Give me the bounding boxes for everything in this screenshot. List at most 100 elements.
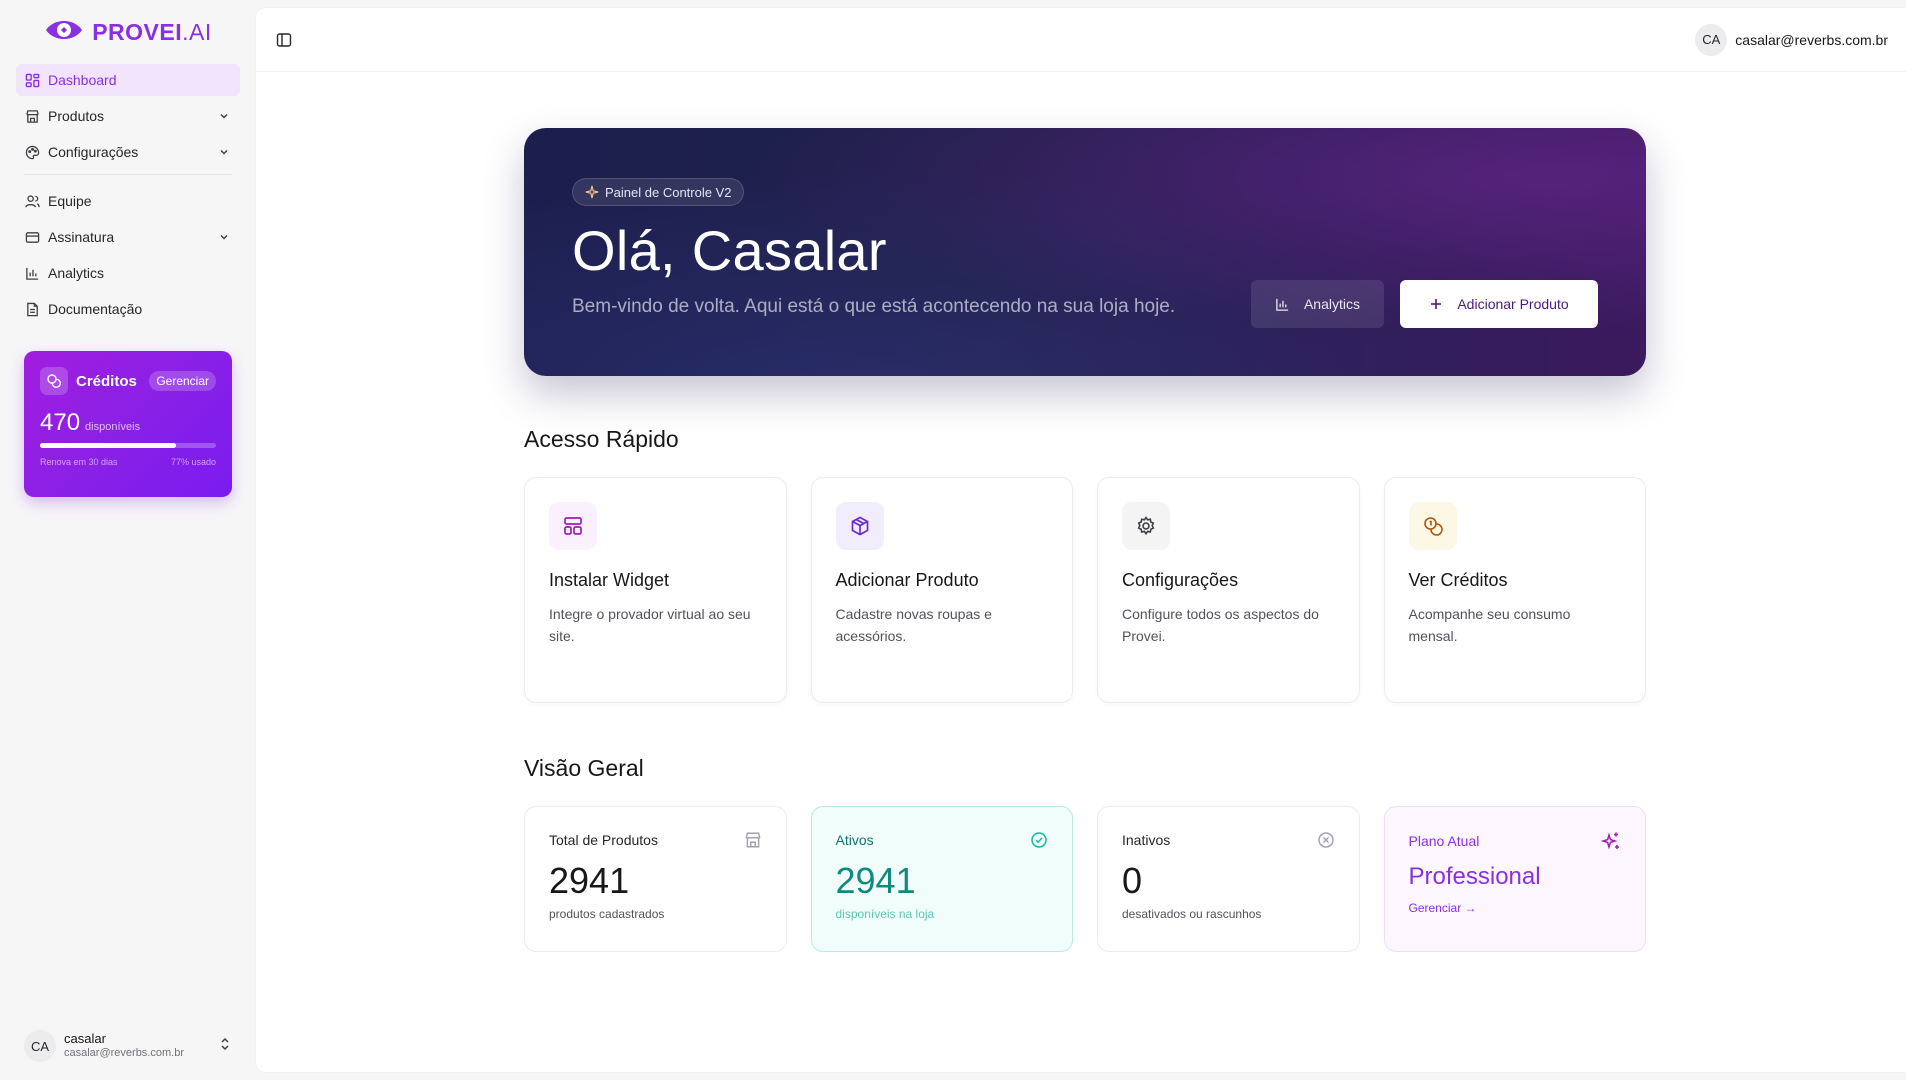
plan-value: Professional	[1408, 863, 1541, 890]
topbar: CA casalar@reverbs.com.br	[256, 8, 1906, 72]
overview-title: Visão Geral	[524, 755, 644, 781]
eye-logo-icon	[44, 16, 84, 49]
brand-name: PROVEI.AI	[92, 18, 212, 45]
stat-value: 0	[1122, 860, 1143, 901]
credits-card: Créditos Gerenciar 470 disponíveis Renov…	[24, 351, 232, 497]
dashboard-icon	[24, 72, 40, 88]
user-menu[interactable]: CA casalar casalar@reverbs.com.br	[24, 1026, 232, 1066]
stat-sub: produtos cadastrados	[549, 907, 665, 921]
plan-manage-link[interactable]: Gerenciar →	[1409, 901, 1622, 915]
overview-section: Visão Geral Total de Produtos 2941 produ…	[524, 755, 1646, 952]
package-icon	[835, 502, 884, 550]
quick-card-settings[interactable]: Configurações Configure todos os aspecto…	[1097, 477, 1360, 703]
topbar-user[interactable]: CA casalar@reverbs.com.br	[1695, 23, 1888, 56]
credits-amount: 470	[40, 409, 81, 436]
sidebar-item-produtos[interactable]: Produtos	[16, 100, 240, 132]
bar-chart-icon	[1275, 297, 1290, 312]
chevron-down-icon	[216, 144, 232, 160]
gear-icon	[1122, 502, 1170, 550]
credit-card-icon	[24, 229, 40, 245]
stat-sub: desativados ou rascunhos	[1122, 907, 1262, 921]
sidebar-item-documentacao[interactable]: Documentação	[16, 293, 240, 325]
quick-card-desc: Integre o provador virtual ao seu site.	[549, 606, 751, 645]
coins-icon	[1408, 502, 1457, 550]
credits-renew: Renova em 30 dias	[40, 457, 118, 467]
avatar: CA	[1695, 23, 1728, 56]
credits-manage-button[interactable]: Gerenciar	[149, 371, 216, 391]
stat-value: 2941	[549, 860, 630, 901]
file-icon	[24, 301, 40, 317]
credits-progress-fill	[40, 443, 176, 448]
coins-icon	[40, 367, 68, 395]
quick-access-title: Acesso Rápido	[524, 426, 679, 452]
user-name: casalar	[64, 1031, 106, 1047]
credits-title: Créditos	[76, 372, 137, 390]
quick-card-title: Instalar Widget	[549, 570, 670, 590]
nav-divider	[24, 174, 232, 175]
hero-greeting: Olá, Casalar	[572, 219, 887, 282]
quick-card-install-widget[interactable]: Instalar Widget Integre o provador virtu…	[524, 477, 787, 703]
sidebar-nav: Dashboard Produtos Configurações Equipe …	[16, 64, 240, 325]
sidebar-item-dashboard[interactable]: Dashboard	[16, 64, 240, 96]
check-circle-icon	[1030, 831, 1048, 849]
analytics-button-label: Analytics	[1303, 296, 1360, 312]
sidebar-item-label: Dashboard	[48, 72, 117, 88]
x-circle-icon	[1317, 831, 1335, 849]
sparkles-icon	[1601, 831, 1621, 851]
layout-icon	[549, 502, 597, 550]
sidebar-item-label: Equipe	[48, 193, 92, 209]
chevron-down-icon	[216, 108, 232, 124]
plan-label: Plano Atual	[1408, 833, 1480, 849]
sidebar-item-label: Assinatura	[48, 229, 115, 245]
sidebar-toggle-icon[interactable]	[274, 30, 294, 50]
users-icon	[24, 193, 40, 209]
sidebar: PROVEI.AI Dashboard Produtos Configuraçõ…	[0, 0, 256, 1080]
quick-card-add-product[interactable]: Adicionar Produto Cadastre novas roupas …	[810, 477, 1073, 703]
credits-amount-label: disponíveis	[85, 421, 141, 433]
avatar: CA	[24, 1030, 56, 1062]
credits-used: 77% usado	[170, 457, 216, 467]
stat-label: Inativos	[1122, 832, 1171, 848]
chevron-down-icon	[216, 229, 232, 245]
bar-chart-icon	[24, 265, 40, 281]
stat-value: 2941	[835, 860, 916, 901]
quick-card-desc: Acompanhe seu consumo mensal.	[1408, 606, 1571, 645]
quick-card-title: Configurações	[1122, 570, 1239, 590]
sidebar-item-label: Analytics	[48, 265, 105, 281]
quick-card-title: Adicionar Produto	[835, 570, 979, 590]
store-icon	[744, 831, 762, 849]
sidebar-item-equipe[interactable]: Equipe	[16, 185, 240, 217]
dashboard-content: Painel de Controle V2 Olá, Casalar Bem-v…	[524, 128, 1646, 952]
stat-sub: disponíveis na loja	[835, 907, 935, 921]
quick-access-section: Acesso Rápido Instalar Widget Integre o …	[524, 426, 1646, 703]
quick-card-desc: Cadastre novas roupas e acessórios.	[835, 606, 992, 645]
sidebar-item-label: Configurações	[48, 144, 139, 160]
user-email: casalar@reverbs.com.br	[64, 1047, 184, 1060]
quick-card-view-credits[interactable]: Ver Créditos Acompanhe seu consumo mensa…	[1383, 477, 1646, 703]
analytics-button[interactable]: Analytics	[1250, 280, 1384, 328]
main-panel: CA casalar@reverbs.com.br Painel de Cont…	[256, 8, 1906, 1072]
brand-logo[interactable]: PROVEI.AI	[16, 0, 240, 64]
stat-card-active: Ativos 2941 disponíveis na loja	[810, 806, 1073, 952]
sidebar-item-configuracoes[interactable]: Configurações	[16, 136, 240, 168]
sparkles-icon	[585, 185, 599, 199]
hero-badge: Painel de Controle V2	[572, 178, 745, 206]
stat-card-inactive: Inativos 0 desativados ou rascunhos	[1097, 806, 1360, 952]
store-icon	[24, 108, 40, 124]
sidebar-item-label: Documentação	[48, 301, 143, 317]
stat-label: Ativos	[835, 832, 874, 848]
palette-icon	[24, 144, 40, 160]
plus-icon	[1429, 297, 1443, 311]
add-product-button-label: Adicionar Produto	[1457, 296, 1569, 312]
stat-card-total-products: Total de Produtos 2941 produtos cadastra…	[524, 806, 787, 952]
quick-card-title: Ver Créditos	[1408, 570, 1508, 590]
sidebar-item-label: Produtos	[48, 108, 105, 124]
add-product-button[interactable]: Adicionar Produto	[1400, 280, 1598, 328]
sidebar-item-assinatura[interactable]: Assinatura	[16, 221, 240, 253]
topbar-user-email: casalar@reverbs.com.br	[1735, 31, 1888, 48]
credits-progress-bar	[40, 443, 216, 448]
stat-label: Total de Produtos	[549, 832, 658, 848]
chevrons-up-down-icon	[218, 1037, 232, 1056]
quick-card-desc: Configure todos os aspectos do Provei.	[1122, 606, 1319, 645]
sidebar-item-analytics[interactable]: Analytics	[16, 257, 240, 289]
